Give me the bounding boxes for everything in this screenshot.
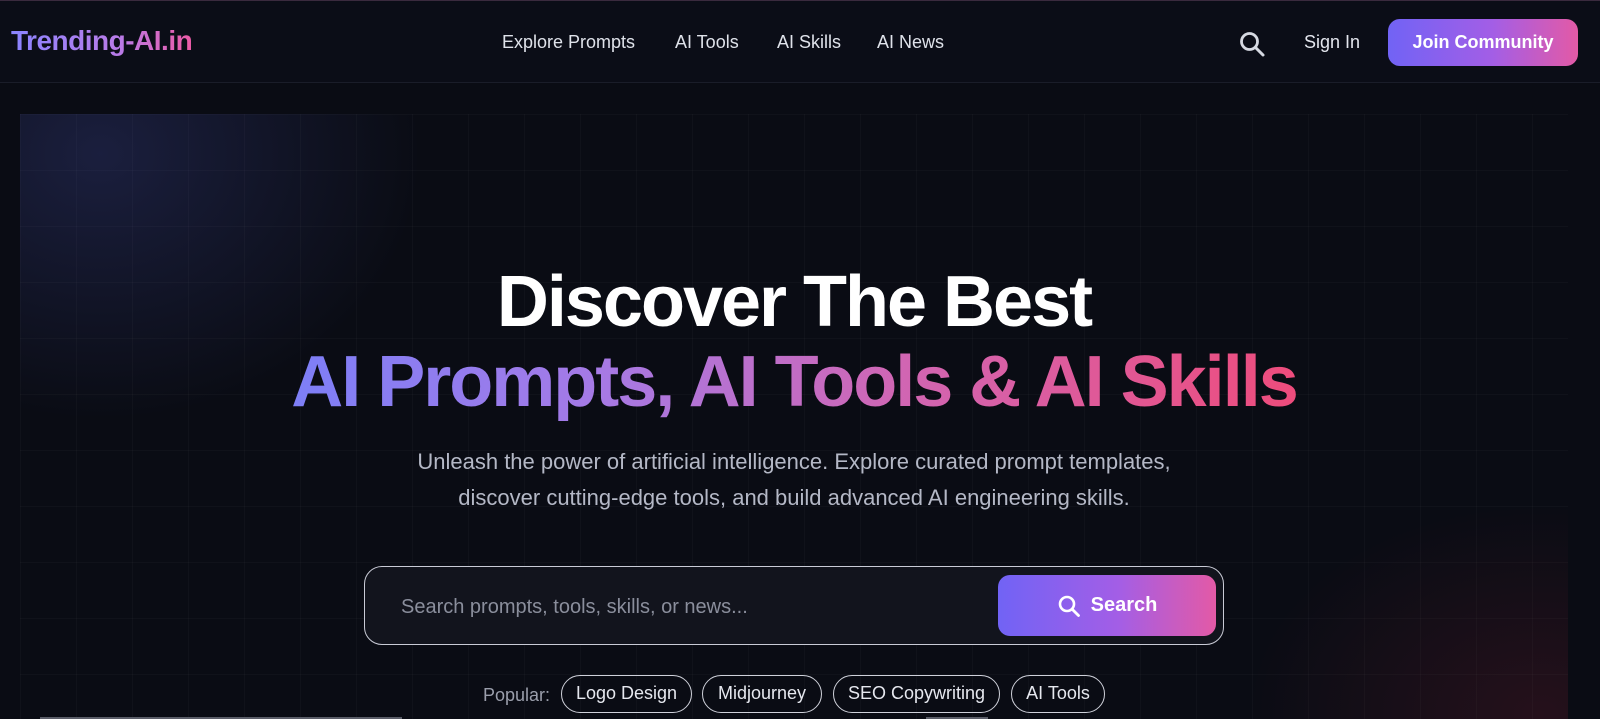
search-icon xyxy=(1240,32,1265,57)
site-header: Trending-AI.in Explore Prompts AI Tools … xyxy=(0,1,1600,83)
header-search-button[interactable] xyxy=(1238,30,1266,58)
hero-subtitle-text: AI Prompts, AI Tools & AI Skills xyxy=(291,342,1298,422)
hero-search-bar: Search xyxy=(364,566,1224,645)
popular-label: Popular: xyxy=(483,685,551,705)
hero-search-button[interactable]: Search xyxy=(998,575,1216,636)
join-community-button[interactable]: Join Community xyxy=(1388,19,1578,66)
popular-tag-logo-design[interactable]: Logo Design xyxy=(561,675,692,713)
hero-search-input[interactable] xyxy=(401,591,961,623)
popular-tag-seo-copywriting[interactable]: SEO Copywriting xyxy=(833,675,1000,713)
nav-ai-tools[interactable]: AI Tools xyxy=(675,32,739,53)
hero-title: Discover The Best xyxy=(496,262,1093,342)
nav-ai-news[interactable]: AI News xyxy=(877,32,944,53)
hero-search-button-label: Search xyxy=(1090,594,1158,616)
hero-subtitle: AI Prompts, AI Tools & AI Skills xyxy=(20,342,1568,422)
popular-tag-ai-tools[interactable]: AI Tools xyxy=(1011,675,1105,713)
hero-description-line1: Unleash the power of artificial intellig… xyxy=(417,449,1171,474)
nav-ai-skills[interactable]: AI Skills xyxy=(777,32,841,53)
popular-tag-midjourney[interactable]: Midjourney xyxy=(702,675,822,713)
search-icon xyxy=(1058,595,1080,617)
sign-in-link[interactable]: Sign In xyxy=(1304,32,1360,53)
hero-section: Discover The Best AI Prompts, AI Tools &… xyxy=(20,114,1568,719)
nav-explore-prompts[interactable]: Explore Prompts xyxy=(502,32,635,53)
hero-description-line2: discover cutting-edge tools, and build a… xyxy=(458,485,1130,510)
hero-description: Unleash the power of artificial intellig… xyxy=(20,444,1568,516)
